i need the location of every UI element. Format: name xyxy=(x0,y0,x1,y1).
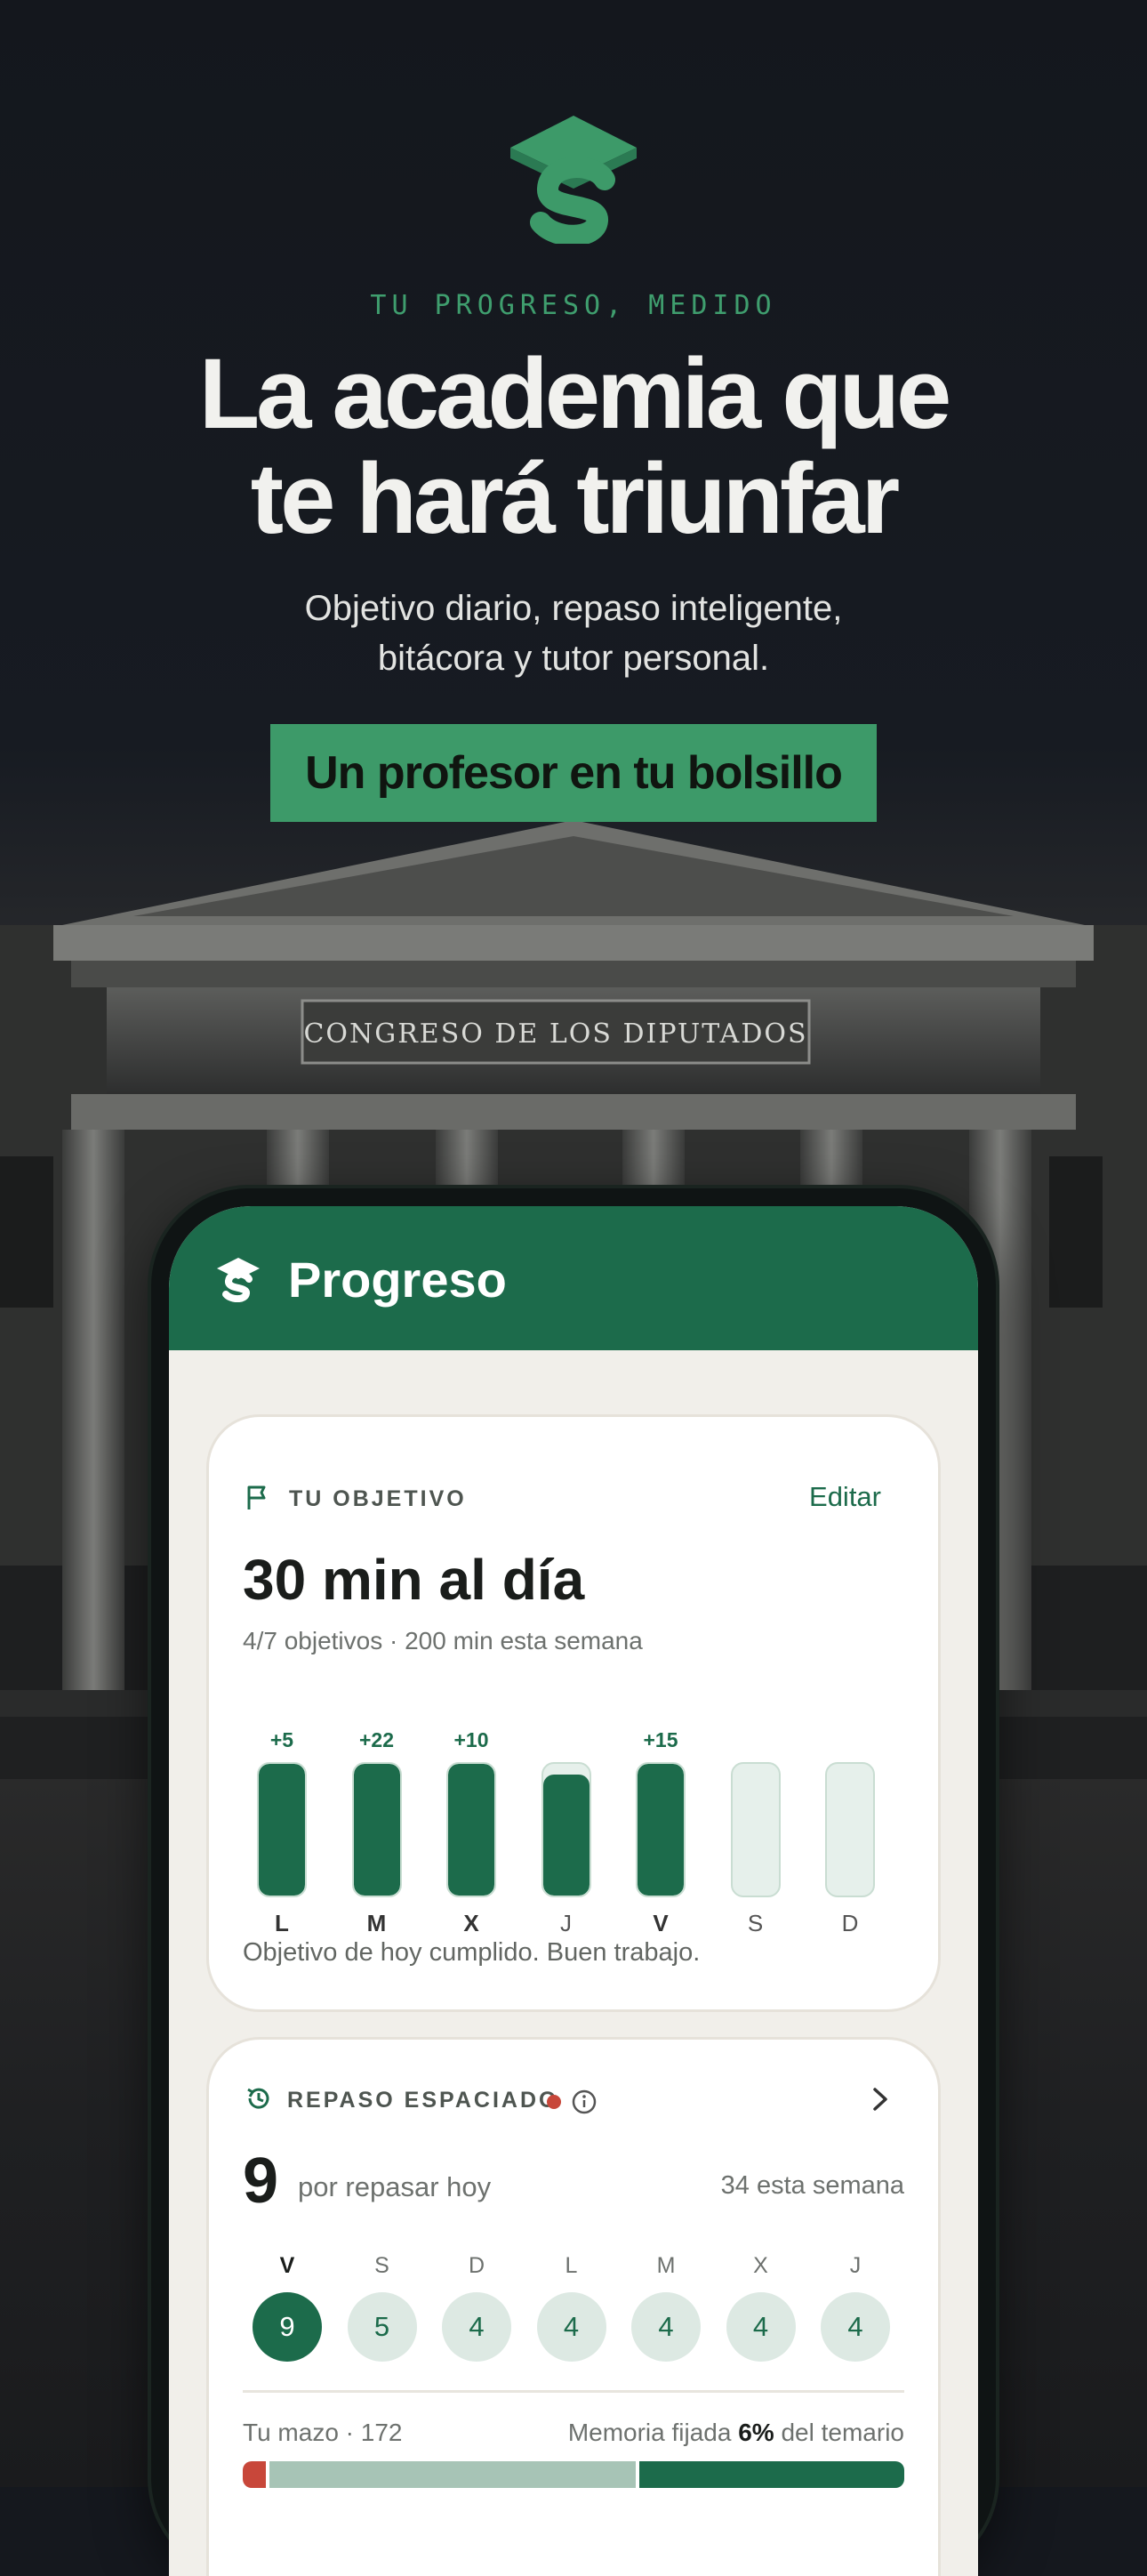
day-bar-track xyxy=(446,1762,496,1897)
day-bar: J xyxy=(541,1728,591,1942)
day-label: M xyxy=(366,1910,387,1936)
goal-summary: 4/7 objetivos · 200 min esta semana xyxy=(243,1627,643,1654)
day-bar-track xyxy=(636,1762,686,1897)
schedule-count: 4 xyxy=(536,2292,606,2362)
review-count: 9 xyxy=(243,2145,279,2217)
headline-line-1: La academia que xyxy=(198,338,952,449)
deck-segment xyxy=(639,2461,904,2488)
schedule-day: V9 xyxy=(252,2253,323,2362)
day-label: J xyxy=(560,1910,572,1936)
eyebrow: TU PROGRESO, MEDIDO xyxy=(370,290,777,321)
schedule-day-label: S xyxy=(374,2253,389,2278)
schedule-count: 4 xyxy=(631,2292,701,2362)
day-bar-fill xyxy=(259,1764,305,1896)
schedule-day: L4 xyxy=(536,2253,607,2362)
day-bar-fill xyxy=(353,1764,400,1896)
day-bar-track xyxy=(730,1762,781,1897)
day-bar-fill xyxy=(542,1774,590,1896)
chevron-right-icon[interactable] xyxy=(865,2084,895,2114)
day-bar-track xyxy=(351,1762,402,1897)
deck-segment xyxy=(243,2461,266,2488)
subtitle-line-2: bitácora y tutor personal. xyxy=(377,639,770,678)
schedule-day-label: M xyxy=(656,2253,676,2278)
schedule-count: 4 xyxy=(442,2292,511,2362)
app-header: Progreso xyxy=(169,1206,978,1350)
review-label: REPASO ESPACIADO xyxy=(287,2088,559,2113)
schedule-day: J4 xyxy=(820,2253,891,2362)
day-bar: D xyxy=(825,1728,875,1942)
day-label: V xyxy=(653,1910,669,1936)
goal-label: TU OBJETIVO xyxy=(289,1486,467,1511)
schedule-day: X4 xyxy=(726,2253,797,2362)
day-bar: +5 L xyxy=(257,1728,307,1942)
page-title: Progreso xyxy=(288,1252,507,1308)
review-schedule: V9S5D4L4M4X4J4 xyxy=(252,2253,910,2378)
subtitle: Objetivo diario, repaso inteligente, bit… xyxy=(0,584,1147,683)
goal-card: TU OBJETIVO Editar 30 min al día 4/7 obj… xyxy=(206,1414,941,2012)
history-icon xyxy=(247,2088,269,2109)
app-logo-icon xyxy=(217,1258,260,1302)
day-bonus: +10 xyxy=(453,1728,489,1751)
day-bar: +10 X xyxy=(446,1728,496,1942)
day-bar-track xyxy=(541,1762,591,1897)
review-week: 34 esta semana xyxy=(720,2171,904,2200)
day-bar-track xyxy=(825,1762,875,1897)
day-bonus: +15 xyxy=(643,1728,678,1751)
schedule-count: 4 xyxy=(726,2292,796,2362)
day-bar: +22 M xyxy=(351,1728,402,1942)
goal-value: 30 min al día xyxy=(243,1548,585,1612)
schedule-day-label: X xyxy=(753,2253,768,2278)
divider xyxy=(243,2390,904,2393)
info-icon[interactable] xyxy=(572,2089,597,2114)
deck-segment xyxy=(269,2461,637,2488)
schedule-day-label: J xyxy=(849,2253,862,2278)
academy-logo-icon xyxy=(510,116,637,244)
schedule-day: D4 xyxy=(441,2253,512,2362)
day-bonus: +22 xyxy=(358,1728,394,1751)
headline: La academia que te hará triunfar xyxy=(0,342,1147,551)
day-label: X xyxy=(463,1910,479,1936)
day-bar-fill xyxy=(448,1764,494,1896)
memory-pct: 6% xyxy=(738,2419,774,2446)
memory-stat: Memoria fijada 6% del temario xyxy=(568,2419,904,2447)
day-bar-fill xyxy=(638,1764,684,1896)
day-label: D xyxy=(841,1910,859,1936)
cta-button[interactable]: Un profesor en tu bolsillo xyxy=(270,724,877,822)
schedule-day: S5 xyxy=(347,2253,418,2362)
schedule-count: 9 xyxy=(253,2292,322,2362)
day-bonus: +5 xyxy=(269,1728,294,1751)
memory-suffix: del temario xyxy=(781,2419,904,2446)
day-label: S xyxy=(747,1910,764,1936)
schedule-day-label: D xyxy=(468,2253,485,2278)
schedule-day: M4 xyxy=(630,2253,702,2362)
deck-progress-bar xyxy=(243,2461,904,2488)
goal-status: Objetivo de hoy cumplido. Buen trabajo. xyxy=(243,1938,701,1967)
deck-size: Tu mazo · 172 xyxy=(243,2419,403,2446)
schedule-day-label: V xyxy=(279,2253,295,2278)
phone-mockup: Progreso TU OBJETIVO Editar 30 min al dí… xyxy=(151,1188,996,2576)
app-screen: Progreso TU OBJETIVO Editar 30 min al dí… xyxy=(169,1206,978,2576)
day-bar-track xyxy=(257,1762,307,1897)
day-label: L xyxy=(275,1910,289,1936)
subtitle-line-1: Objetivo diario, repaso inteligente, xyxy=(304,589,843,628)
alert-dot xyxy=(547,2095,561,2109)
review-count-label: por repasar hoy xyxy=(298,2171,492,2202)
flag-icon xyxy=(247,1485,266,1509)
review-card[interactable]: REPASO ESPACIADO 9 por repasar hoy 34 es… xyxy=(206,2037,941,2576)
schedule-count: 4 xyxy=(821,2292,890,2362)
day-bar: S xyxy=(730,1728,781,1942)
memory-prefix: Memoria fijada xyxy=(567,2419,732,2446)
day-bar: +15 V xyxy=(636,1728,686,1942)
schedule-count: 5 xyxy=(347,2292,417,2362)
weekly-bars: +5 L +22 M +10 X J +15 V S D xyxy=(257,1728,897,1942)
headline-line-2: te hará triunfar xyxy=(250,443,900,554)
schedule-day-label: L xyxy=(565,2253,578,2278)
edit-goal-link[interactable]: Editar xyxy=(809,1481,881,1513)
inscription: CONGRESO DE LOS DIPUTADOS xyxy=(303,1018,807,1050)
